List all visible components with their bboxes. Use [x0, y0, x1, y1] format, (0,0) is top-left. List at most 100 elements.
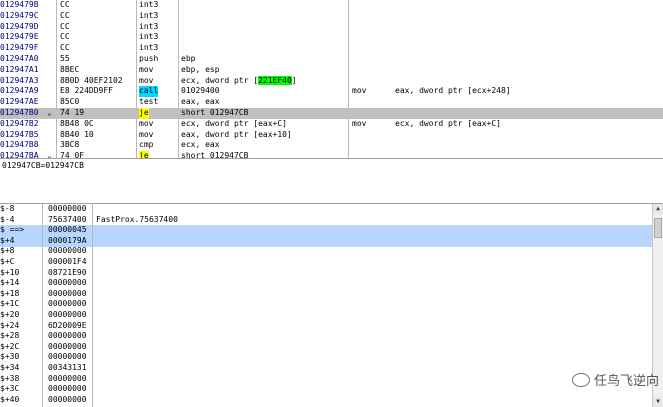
stack-row[interactable]: $+4 0000179A: [0, 235, 652, 247]
disasm-address: 012947A1: [0, 64, 39, 74]
stack-offset: $+10: [0, 267, 20, 277]
stack-offset: $+C: [0, 257, 15, 266]
disasm-address: 012947B5: [0, 129, 39, 139]
disasm-operands: 01029400: [181, 86, 220, 96]
stack-row[interactable]: $+1C 00000000: [0, 299, 652, 310]
disasm-row[interactable]: 0129479E CC int3: [0, 32, 663, 43]
stack-row[interactable]: $+28 00000000: [0, 331, 652, 342]
stack-row[interactable]: $+24 6D20009E: [0, 321, 652, 332]
stack-row[interactable]: $ ==> 00000045: [0, 225, 652, 236]
stack-row[interactable]: $+10 08721E90: [0, 268, 652, 279]
operand-prefix: ecx, dword ptr [: [181, 75, 259, 85]
stack-row[interactable]: $+30 00000000: [0, 352, 652, 363]
disasm-address: 012947A3: [0, 75, 39, 85]
disasm-mnemonic: mov: [139, 64, 154, 74]
stack-offset: $+30: [0, 352, 20, 362]
stack-offset: $+8: [0, 246, 15, 256]
disasm-address: 0129479D: [0, 21, 39, 31]
disassembly-pane[interactable]: 0129479B CC int3 0129479C CC int3 0129479D CC in…: [0, 0, 663, 158]
disasm-comment-operands: ecx, dword ptr [eax+C]: [395, 118, 501, 128]
disasm-operands: eax, eax: [181, 97, 220, 107]
disasm-row[interactable]: 012947A1 8BEC mov ebp, esp: [0, 65, 663, 76]
stack-value: 00000000: [48, 331, 87, 341]
disasm-row[interactable]: 012947AE 85C0 test eax, eax: [0, 97, 663, 108]
disasm-mnemonic: je: [139, 108, 149, 119]
stack-row[interactable]: $+3C 00000000: [0, 384, 652, 395]
stack-offset: $+3C: [0, 384, 20, 394]
stack-row[interactable]: $+40 00000000: [0, 395, 652, 406]
disasm-row[interactable]: 0129479F CC int3: [0, 43, 663, 54]
stack-value: 0000179A: [48, 235, 87, 245]
disasm-hex: CC: [60, 21, 70, 31]
scroll-thumb[interactable]: [654, 218, 662, 238]
stack-row[interactable]: $+8 00000000: [0, 246, 652, 257]
wechat-icon: [571, 372, 590, 387]
stack-value: 00000000: [48, 341, 87, 351]
disasm-row[interactable]: 012947B8 3BC8 cmp ecx, eax: [0, 140, 663, 151]
stack-value: 08721E90: [48, 267, 87, 277]
stack-row[interactable]: $+34 00343131: [0, 363, 652, 374]
disasm-address: 012947AE: [0, 97, 39, 107]
disasm-address: 0129479F: [0, 43, 39, 53]
stack-row[interactable]: $+2C 00000000: [0, 342, 652, 353]
disasm-hex: CC: [60, 10, 70, 20]
disasm-row[interactable]: 0129479B CC int3: [0, 0, 663, 11]
stack-offset: $+24: [0, 320, 20, 330]
stack-value: 00000000: [48, 373, 87, 383]
disasm-mnemonic: mov: [139, 118, 154, 128]
stack-pane[interactable]: $+40 00000000 $+3C 00000000 $+38 00000000 $+34…: [0, 204, 663, 407]
disasm-operands: ecx, eax: [181, 140, 220, 150]
disasm-address: 012947A9: [0, 86, 39, 96]
stack-row[interactable]: $+14 00000000: [0, 278, 652, 289]
stack-value: 00000000: [48, 299, 87, 309]
stack-row[interactable]: $+20 00000000: [0, 310, 652, 321]
stack-comment: FastProx.75637400: [96, 214, 178, 224]
stack-value: 00000000: [48, 246, 87, 256]
scroll-down-icon[interactable]: ▼: [653, 397, 663, 407]
disasm-row[interactable]: 012947BA 74 0F je short 012947CB ⌄: [0, 151, 663, 158]
disasm-hex: 8B48 0C: [60, 118, 94, 128]
disasm-row[interactable]: 012947B2 8B48 0C mov ecx, dword ptr [eax+C]…: [0, 119, 663, 130]
stack-value: 00000000: [48, 278, 87, 288]
disasm-mnemonic: int3: [139, 32, 159, 42]
stack-offset: $+20: [0, 310, 20, 319]
column-divider: [42, 204, 43, 407]
stack-row[interactable]: $-8 00000000: [0, 204, 652, 215]
stack-row[interactable]: $-4 75637400 FastProx.75637400: [0, 215, 652, 226]
jump-arrow-icon: ⌄: [47, 108, 52, 117]
scroll-up-icon[interactable]: ▲: [653, 204, 663, 214]
disasm-hex: CC: [60, 0, 70, 9]
disasm-row[interactable]: 0129479D CC int3: [0, 22, 663, 33]
stack-offset: $+28: [0, 331, 20, 341]
disasm-mnemonic: int3: [139, 21, 159, 31]
disasm-address: 0129479B: [0, 0, 39, 9]
disasm-operands: eax, dword ptr [eax+10]: [181, 129, 292, 139]
disasm-hex: 8BEC: [60, 64, 80, 74]
stack-row[interactable]: $+C 000001F4: [0, 257, 652, 268]
disasm-hex: 8B0D 40EF2102: [60, 75, 123, 85]
disasm-hex: 8B40 10: [60, 129, 94, 139]
watermark-text: 任鸟飞逆向: [593, 374, 659, 389]
disasm-mnemonic: push: [139, 54, 159, 63]
disasm-row[interactable]: 012947A9 E8 224DD9FF call 01029400 mov eax, d…: [0, 86, 663, 98]
stack-offset: $+38: [0, 373, 20, 383]
disasm-row[interactable]: 0129479C CC int3: [0, 11, 663, 22]
stack-row[interactable]: $+18 00000000: [0, 289, 652, 300]
disasm-hex: 55: [60, 54, 70, 63]
disasm-row[interactable]: 012947B5 8B40 10 mov eax, dword ptr [eax+10…: [0, 130, 663, 141]
disasm-comment-mnemonic: mov: [352, 86, 367, 96]
disasm-operands: ebp: [181, 54, 196, 63]
disasm-row[interactable]: 012947A0 55 push ebp: [0, 54, 663, 65]
stack-offset: $+40: [0, 394, 20, 404]
disasm-address: 012947BA: [0, 151, 39, 158]
disasm-hex: 3BC8: [60, 140, 80, 150]
stack-row[interactable]: $+38 00000000: [0, 374, 652, 385]
disasm-address: 012947B8: [0, 140, 39, 150]
disasm-mnemonic: je: [139, 151, 149, 158]
disasm-mnemonic: int3: [139, 0, 159, 9]
stack-value: 00000000: [48, 352, 87, 362]
disasm-row[interactable]: 012947B0 74 19 je short 012947CB ⌄: [0, 108, 663, 119]
disasm-mnemonic: test: [139, 97, 159, 107]
disasm-row[interactable]: 012947A3 8B0D 40EF2102 mov ecx, dword ptr […: [0, 75, 663, 87]
stack-offset: $-4: [0, 214, 15, 224]
